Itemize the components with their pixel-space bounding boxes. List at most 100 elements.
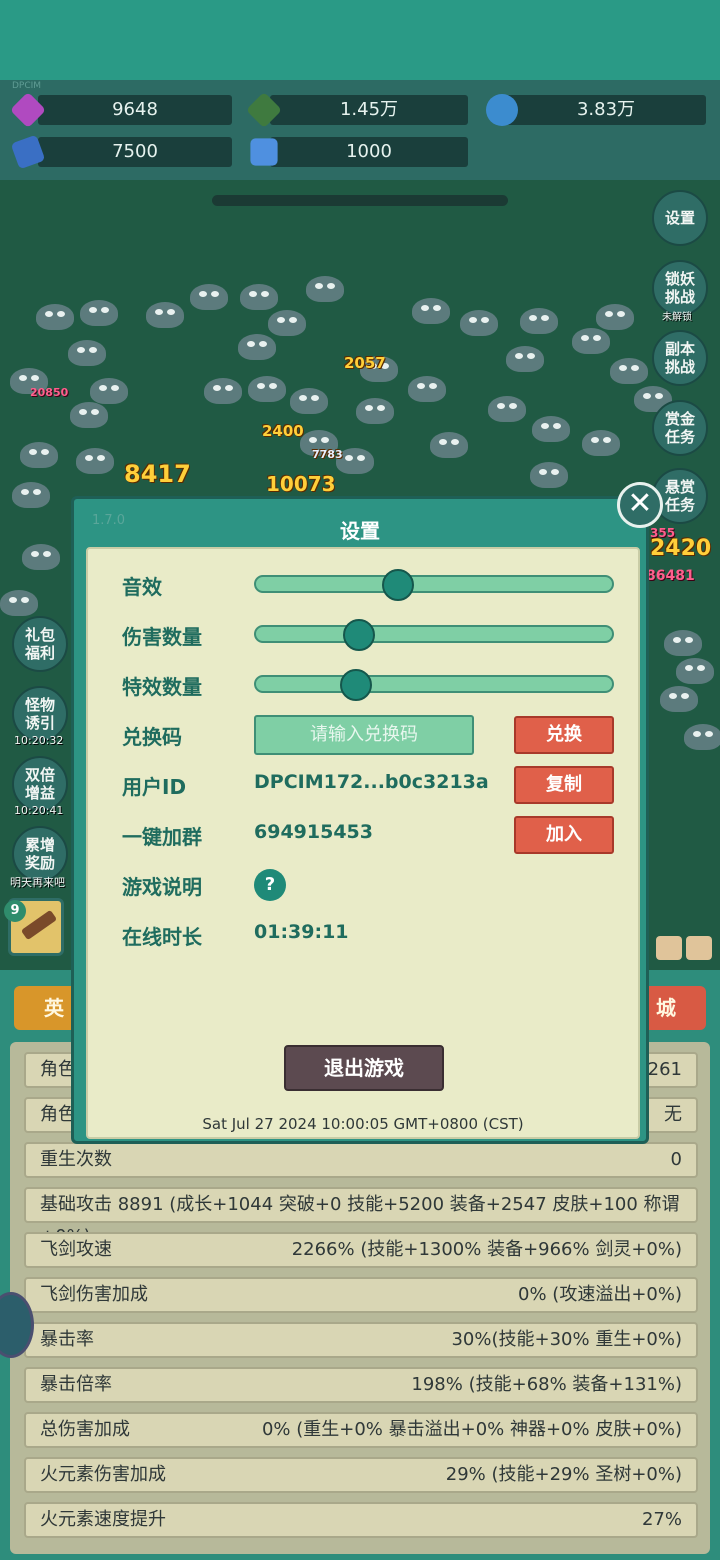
sound-slider-knob[interactable] [382,569,415,601]
monster [610,358,648,384]
stat-row: 基础攻击 8891 (成长+1044 突破+0 技能+5200 装备+2547 … [24,1187,698,1247]
monster [22,544,60,570]
copy-user-id-button[interactable]: 复制 [514,766,614,804]
monster [80,300,118,326]
monster [460,310,498,336]
lock-demon-label: 锁妖挑战 [664,270,695,306]
redeem-code-input[interactable]: 请输入兑换码 [254,715,474,755]
monster [68,340,106,366]
game-help-label: 游戏说明 [122,875,202,899]
monster [204,378,242,404]
stat-row: 暴击率 30%(技能+30% 重生+0%) [24,1322,698,1358]
help-icon[interactable]: ? [254,869,286,901]
settings-button[interactable]: 设置 [652,190,708,246]
book-counter: 7500 [38,137,232,167]
stat-label: 总伤害加成 [40,1419,130,1440]
damage-number: 86481 [646,568,695,584]
settings-button-label: 设置 [664,209,695,227]
double-timer: 10:20:41 [14,804,64,817]
monster [530,462,568,488]
dungeon-label: 副本挑战 [664,340,695,376]
gold-task-button[interactable]: 赏金任务 [652,400,708,456]
monster [412,298,450,324]
monster [430,432,468,458]
sound-label: 音效 [122,575,162,599]
damage-number: 2057 [344,354,386,372]
effect-count-slider[interactable] [254,669,614,701]
stat-label: 暴击倍率 [40,1374,112,1395]
damage-count-label: 伤害数量 [122,625,202,649]
accumulate-label: 累增奖励 [24,836,55,872]
stat-label: 火元素伤害加成 [40,1464,166,1485]
monster [70,402,108,428]
damage-number: 20850 [30,386,69,399]
resource-panel: DPCIM 9648 1.45万 3.83万 7500 1000 [0,80,720,180]
slot-level-badge: 9 [4,900,26,922]
monster [36,304,74,330]
skill-icon[interactable] [656,936,682,960]
orb-counter: 3.83万 [506,95,706,125]
monster [146,302,184,328]
double-label: 双倍增益 [24,766,55,802]
monster [488,396,526,422]
timestamp: Sat Jul 27 2024 10:00:05 GMT+0800 (CST) [202,1115,524,1133]
redeem-code-label: 兑换码 [122,725,182,749]
monster [664,630,702,656]
monster [506,346,544,372]
effect-count-slider-knob[interactable] [339,669,372,701]
join-group-label: 一键加群 [122,825,202,849]
settings-panel: 音效 伤害数量 特效数量 兑换码 请输入兑换码 兑换 用户ID DPCIM172… [86,547,640,1139]
monster [248,376,286,402]
monster [76,448,114,474]
stat-value: 29% (技能+29% 圣树+0%) [445,1464,682,1485]
damage-count-slider[interactable] [254,619,614,651]
monster [582,430,620,456]
stat-row: 火元素伤害加成 29% (技能+29% 圣树+0%) [24,1457,698,1493]
monster [240,284,278,310]
monster [306,276,344,302]
top-status-bar [0,0,720,80]
effect-count-label: 特效数量 [122,675,202,699]
monster [90,378,128,404]
gift-label: 礼包福利 [24,626,55,662]
monster [684,724,720,750]
close-icon[interactable]: ✕ [617,482,663,528]
monster [12,482,50,508]
sound-slider[interactable] [254,569,614,601]
stat-value: 198% (技能+68% 装备+131%) [411,1374,682,1395]
sword-icon [20,909,58,941]
damage-count-slider-knob[interactable] [343,619,376,651]
stat-label: 飞剑攻速 [40,1239,112,1260]
skill-icon[interactable] [686,936,712,960]
gift-welfare-button[interactable]: 礼包福利 [12,616,68,672]
damage-number: 8417 [124,460,191,488]
stat-value: 30%(技能+30% 重生+0%) [451,1329,682,1350]
damage-number: 7783 [312,448,343,461]
dungeon-challenge-button[interactable]: 副本挑战 [652,330,708,386]
user-id-label: 用户ID [122,775,187,799]
join-group-button[interactable]: 加入 [514,816,614,854]
monster [572,328,610,354]
monster [520,308,558,334]
monster [596,304,634,330]
monster [238,334,276,360]
stat-row: 飞剑伤害加成 0% (攻速溢出+0%) [24,1277,698,1313]
stat-row: 重生次数 0 [24,1142,698,1178]
redeem-button[interactable]: 兑换 [514,716,614,754]
damage-number: 2400 [262,422,304,440]
monster [290,388,328,414]
jade-counter: 1.45万 [270,95,468,125]
online-time-label: 在线时长 [122,925,202,949]
stat-label: 重生次数 [40,1149,112,1170]
exit-game-button[interactable]: 退出游戏 [284,1045,444,1091]
lure-timer: 10:20:32 [14,734,64,747]
stat-value: 2266% (技能+1300% 装备+966% 剑灵+0%) [291,1239,682,1260]
accumulate-status: 明天再来吧 [10,876,65,889]
gold-task-label: 赏金任务 [664,410,695,446]
monster [20,442,58,468]
stat-label: 火元素速度提升 [40,1509,166,1530]
monster [356,398,394,424]
stat-value: 27% [641,1509,682,1530]
crystal-icon [250,138,278,166]
lure-label: 怪物诱引 [24,696,55,732]
